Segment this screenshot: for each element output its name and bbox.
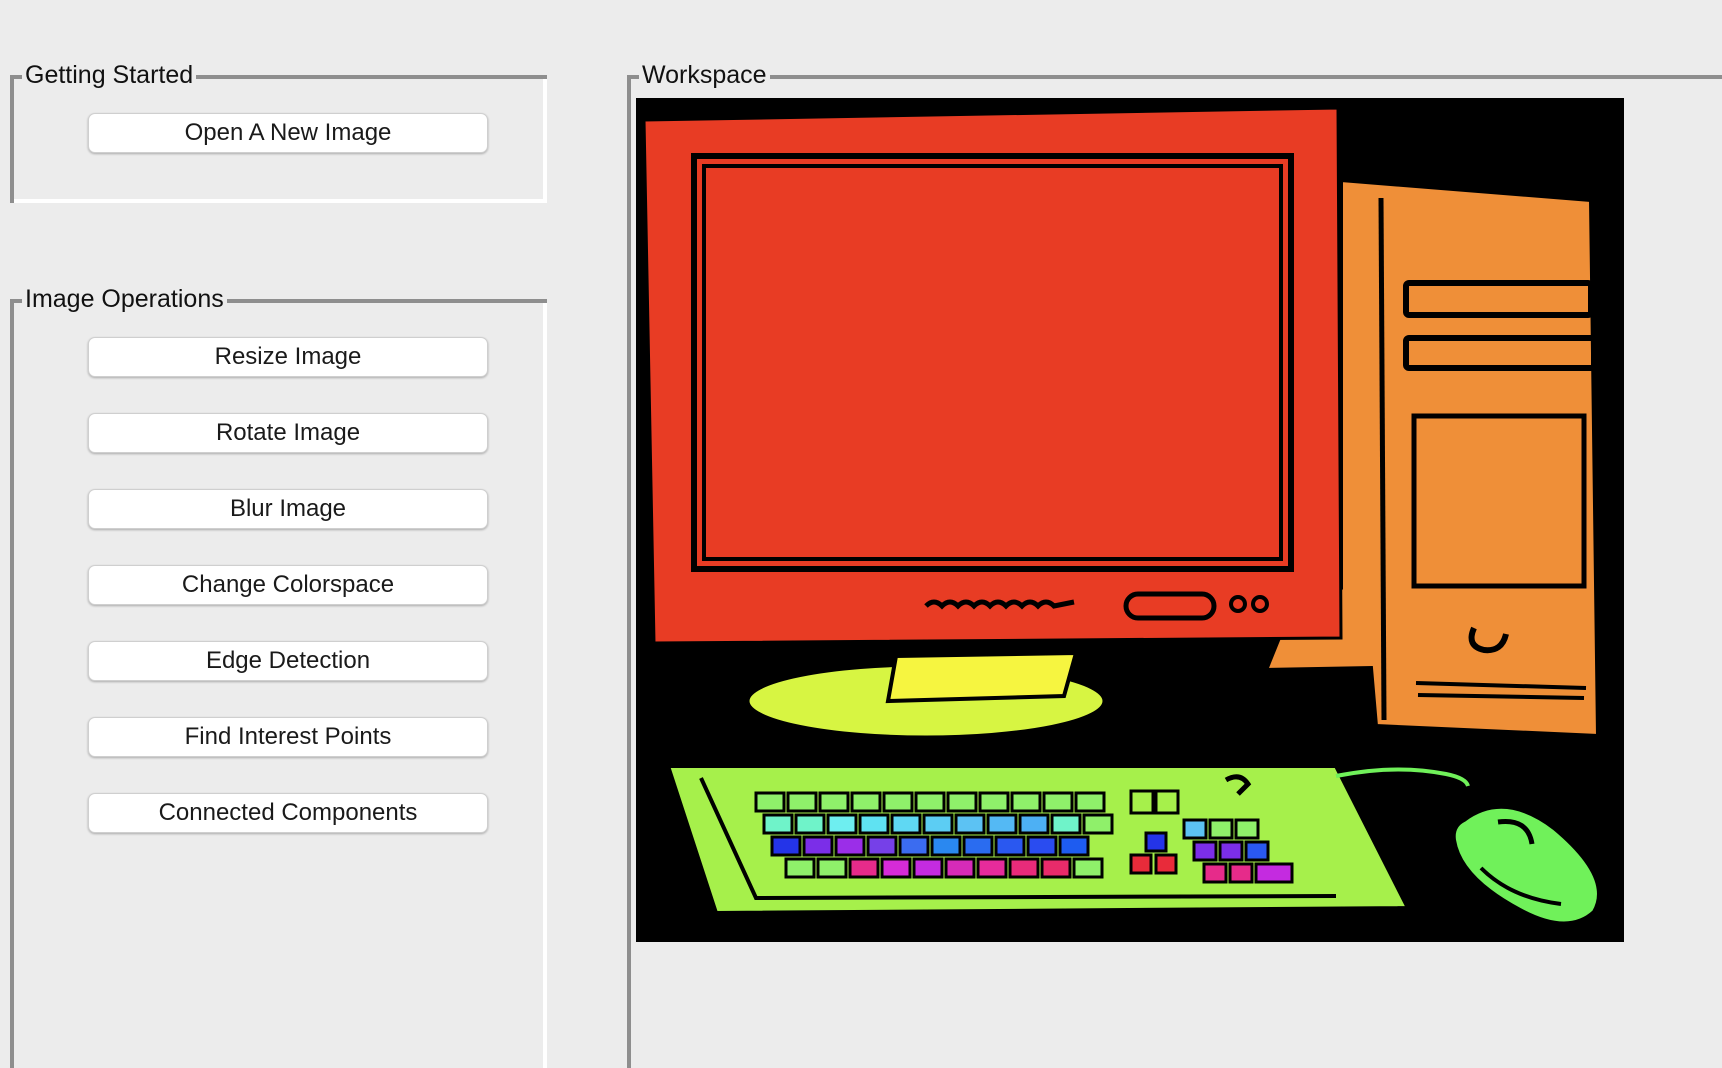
monitor-icon — [642, 106, 1343, 645]
group-border-right — [543, 79, 547, 203]
group-border-left — [10, 299, 14, 1068]
blur-image-button[interactable]: Blur Image — [88, 489, 488, 529]
group-border-top — [627, 75, 1722, 79]
resize-image-button[interactable]: Resize Image — [88, 337, 488, 377]
open-new-image-button[interactable]: Open A New Image — [88, 113, 488, 153]
workspace-title: Workspace — [639, 60, 770, 90]
computer-illustration-icon — [636, 98, 1624, 942]
group-border-right — [543, 303, 547, 1068]
find-interest-points-button[interactable]: Find Interest Points — [88, 717, 488, 757]
keyboard-icon — [665, 764, 1412, 916]
image-operations-title: Image Operations — [22, 284, 227, 314]
edge-detection-button[interactable]: Edge Detection — [88, 641, 488, 681]
workspace-image[interactable] — [636, 98, 1624, 942]
getting-started-group: Getting Started Open A New Image — [10, 60, 547, 203]
group-border-left — [627, 75, 631, 1068]
image-operations-group: Image Operations Resize Image Rotate Ima… — [10, 284, 547, 1068]
rotate-image-button[interactable]: Rotate Image — [88, 413, 488, 453]
getting-started-title: Getting Started — [22, 60, 197, 90]
connected-components-button[interactable]: Connected Components — [88, 793, 488, 833]
group-border-bottom — [14, 199, 547, 203]
change-colorspace-button[interactable]: Change Colorspace — [88, 565, 488, 605]
group-border-left — [10, 75, 14, 203]
